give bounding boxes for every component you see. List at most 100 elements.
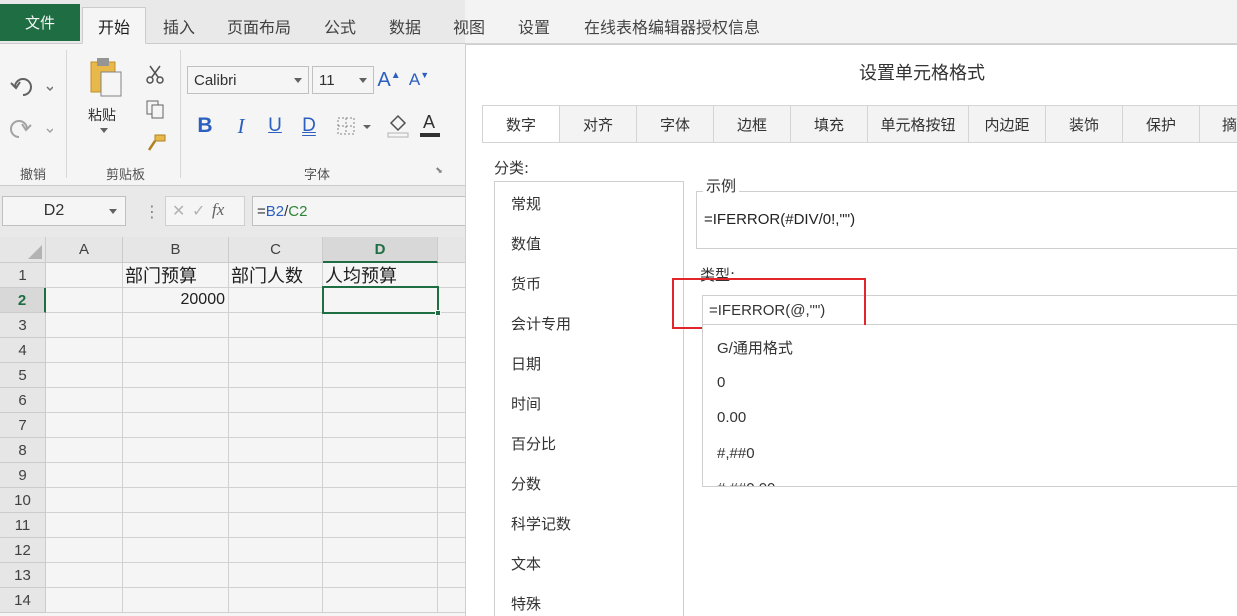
category-item[interactable]: 货币	[511, 273, 541, 294]
tab-insert[interactable]: 插入	[152, 7, 206, 44]
grid-cell[interactable]	[123, 563, 229, 588]
grid-cell[interactable]	[323, 513, 438, 538]
grid-cell[interactable]	[229, 588, 323, 613]
category-item[interactable]: 日期	[511, 353, 541, 374]
row-header[interactable]: 13	[0, 563, 46, 588]
underline-button[interactable]: U	[264, 112, 286, 140]
grid-cell[interactable]	[438, 363, 465, 388]
column-header-b[interactable]: B	[123, 237, 229, 263]
row-header[interactable]: 2	[0, 288, 46, 313]
grid-cell[interactable]	[123, 488, 229, 513]
grid-cell[interactable]	[46, 588, 123, 613]
grid-cell[interactable]	[438, 538, 465, 563]
italic-button[interactable]: I	[230, 112, 252, 140]
tab-settings[interactable]: 设置	[506, 7, 562, 44]
grid-cell[interactable]	[229, 363, 323, 388]
grid-cell[interactable]	[229, 488, 323, 513]
file-tab[interactable]: 文件	[0, 4, 80, 41]
dialog-tab-decoration[interactable]: 装饰	[1046, 105, 1123, 143]
grid-cell[interactable]	[323, 413, 438, 438]
format-code-item[interactable]: 0	[717, 374, 725, 391]
grid-cell[interactable]	[46, 538, 123, 563]
fill-handle[interactable]	[435, 310, 441, 316]
format-code-item[interactable]: G/通用格式	[717, 337, 793, 358]
format-code-item[interactable]: #,##0	[717, 445, 755, 462]
category-item[interactable]: 百分比	[511, 433, 556, 454]
copy-icon[interactable]	[144, 98, 166, 120]
grid-cell[interactable]	[229, 413, 323, 438]
dialog-tab-number[interactable]: 数字	[482, 105, 560, 143]
grid-cell[interactable]	[438, 288, 465, 313]
dialog-tab-alignment[interactable]: 对齐	[560, 105, 637, 143]
grid-cell[interactable]	[123, 438, 229, 463]
grid-cell[interactable]	[323, 563, 438, 588]
more-options-icon[interactable]: ⋮	[144, 202, 160, 221]
category-item[interactable]: 常规	[511, 193, 541, 214]
grid-cell[interactable]	[46, 363, 123, 388]
tab-home[interactable]: 开始	[82, 7, 146, 44]
row-header[interactable]: 11	[0, 513, 46, 538]
grid-cell[interactable]	[46, 488, 123, 513]
category-item[interactable]: 会计专用	[511, 313, 571, 334]
grid-cell[interactable]	[323, 538, 438, 563]
border-button[interactable]	[334, 114, 376, 140]
grid-cell[interactable]	[323, 388, 438, 413]
grid-cell[interactable]	[46, 288, 123, 313]
grid-cell[interactable]	[46, 413, 123, 438]
grid-cell[interactable]	[46, 313, 123, 338]
row-header[interactable]: 7	[0, 413, 46, 438]
row-header[interactable]: 3	[0, 313, 46, 338]
column-header-c[interactable]: C	[229, 237, 323, 263]
grid-cell[interactable]	[123, 338, 229, 363]
row-header[interactable]: 9	[0, 463, 46, 488]
column-header-e[interactable]	[438, 237, 465, 263]
font-size-select[interactable]: 11	[312, 66, 374, 94]
row-header[interactable]: 4	[0, 338, 46, 363]
grid-cell[interactable]	[123, 463, 229, 488]
category-item[interactable]: 科学记数	[511, 513, 571, 534]
format-code-item[interactable]: #,##0.00	[717, 480, 775, 486]
grid-cell[interactable]	[438, 588, 465, 613]
row-header[interactable]: 10	[0, 488, 46, 513]
dialog-tab-font[interactable]: 字体	[637, 105, 714, 143]
cell-b1[interactable]: 部门预算	[123, 263, 229, 288]
grid-cell[interactable]	[323, 338, 438, 363]
confirm-icon[interactable]: ✓	[192, 201, 205, 220]
tab-formulas[interactable]: 公式	[312, 7, 368, 44]
grid-cell[interactable]	[229, 313, 323, 338]
selected-cell-d2[interactable]	[322, 286, 441, 316]
grid-cell[interactable]	[123, 388, 229, 413]
grid-cell[interactable]	[46, 388, 123, 413]
undo-button[interactable]	[8, 72, 54, 102]
grid-cell[interactable]	[123, 513, 229, 538]
double-underline-button[interactable]: D	[298, 112, 320, 140]
row-header[interactable]: 12	[0, 538, 46, 563]
grid-cell[interactable]	[229, 513, 323, 538]
grid-cell[interactable]	[438, 463, 465, 488]
grid-cell[interactable]	[438, 338, 465, 363]
grid-cell[interactable]	[123, 363, 229, 388]
grid-cell[interactable]	[229, 438, 323, 463]
fill-color-icon[interactable]	[386, 110, 410, 140]
grid-cell[interactable]	[323, 363, 438, 388]
row-header[interactable]: 14	[0, 588, 46, 613]
grid-cell[interactable]	[229, 463, 323, 488]
paste-dropdown-arrow[interactable]	[100, 128, 108, 133]
tab-data[interactable]: 数据	[378, 7, 432, 44]
dialog-tab-fill[interactable]: 填充	[791, 105, 868, 143]
column-header-a[interactable]: A	[46, 237, 123, 263]
dialog-tab-cell-buttons[interactable]: 单元格按钮	[868, 105, 969, 143]
row-header[interactable]: 8	[0, 438, 46, 463]
font-dialog-launcher-icon[interactable]: ⬊	[434, 166, 444, 176]
grid-cell[interactable]	[46, 338, 123, 363]
grid-cell[interactable]	[438, 413, 465, 438]
grid-cell[interactable]	[323, 438, 438, 463]
grid-cell[interactable]	[438, 313, 465, 338]
cell-c1[interactable]: 部门人数	[229, 263, 323, 288]
grid-cell[interactable]	[438, 388, 465, 413]
grid-cell[interactable]	[438, 438, 465, 463]
paste-icon[interactable]	[84, 56, 126, 100]
cell-d1[interactable]: 人均预算	[323, 263, 438, 288]
grid-cell[interactable]	[323, 313, 438, 338]
category-item[interactable]: 数值	[511, 233, 541, 254]
